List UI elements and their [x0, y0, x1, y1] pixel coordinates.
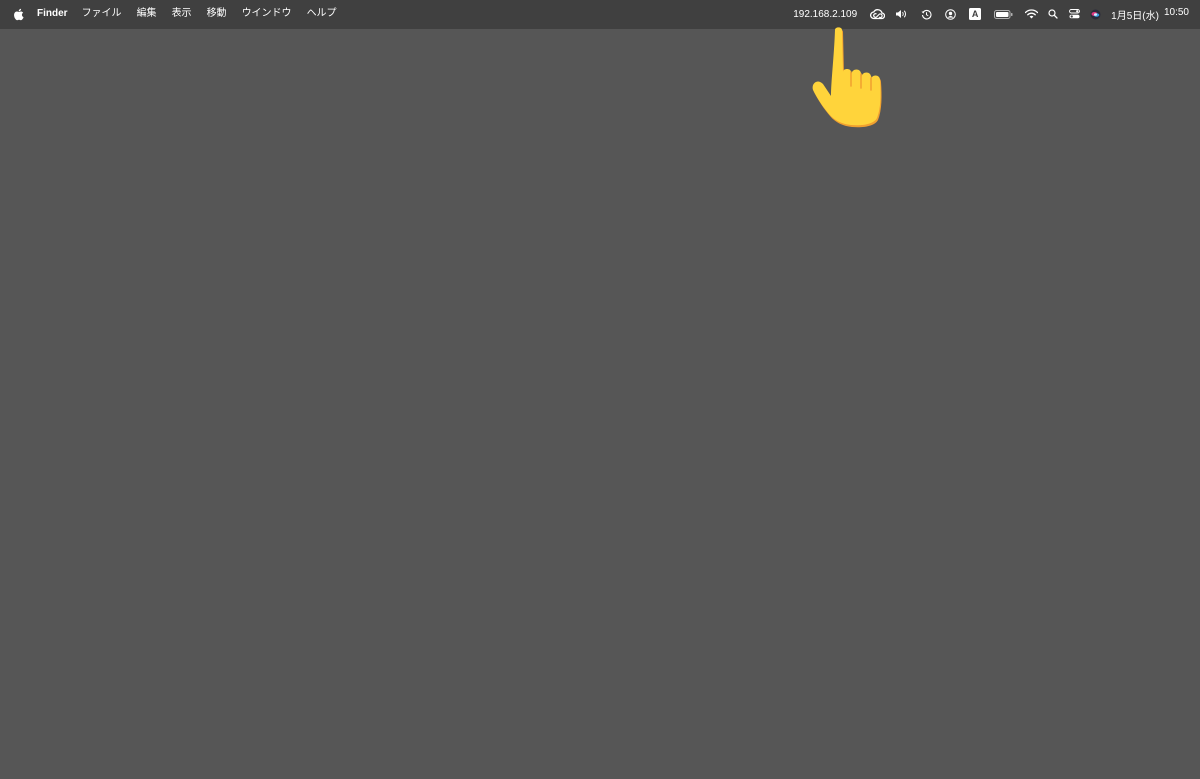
input-source-icon[interactable]: A	[969, 0, 982, 28]
siri-icon[interactable]	[1090, 0, 1101, 28]
user-account-icon[interactable]	[945, 0, 956, 28]
input-source-label: A	[969, 8, 982, 20]
menu-bar: Finder ファイル 編集 表示 移動 ウインドウ ヘルプ 192.168.2…	[0, 0, 1200, 28]
battery-icon[interactable]	[994, 0, 1013, 28]
clock[interactable]: 1月5日(水) 10:50	[1111, 7, 1189, 22]
menu-edit[interactable]: 編集	[137, 0, 157, 28]
menu-app-finder[interactable]: Finder	[37, 0, 68, 28]
apple-menu-icon[interactable]	[12, 7, 24, 21]
pointing-hand-icon	[812, 27, 882, 128]
ip-address-display[interactable]: 192.168.2.109	[793, 9, 857, 20]
menu-help[interactable]: ヘルプ	[307, 0, 337, 28]
menu-window[interactable]: ウインドウ	[242, 0, 292, 28]
spotlight-search-icon[interactable]	[1048, 0, 1058, 28]
date-display: 1月5日(水)	[1111, 10, 1159, 22]
menu-view[interactable]: 表示	[172, 0, 192, 28]
menu-bar-left: Finder ファイル 編集 表示 移動 ウインドウ ヘルプ	[12, 0, 352, 28]
menu-go[interactable]: 移動	[207, 0, 227, 28]
wifi-icon[interactable]	[1025, 0, 1039, 28]
control-center-icon[interactable]	[1069, 0, 1081, 28]
volume-icon[interactable]	[895, 0, 908, 28]
desktop: Finder ファイル 編集 表示 移動 ウインドウ ヘルプ 192.168.2…	[0, 0, 1200, 779]
menu-file[interactable]: ファイル	[82, 0, 122, 28]
time-machine-icon[interactable]	[921, 0, 932, 28]
time-display: 10:50	[1163, 6, 1189, 18]
